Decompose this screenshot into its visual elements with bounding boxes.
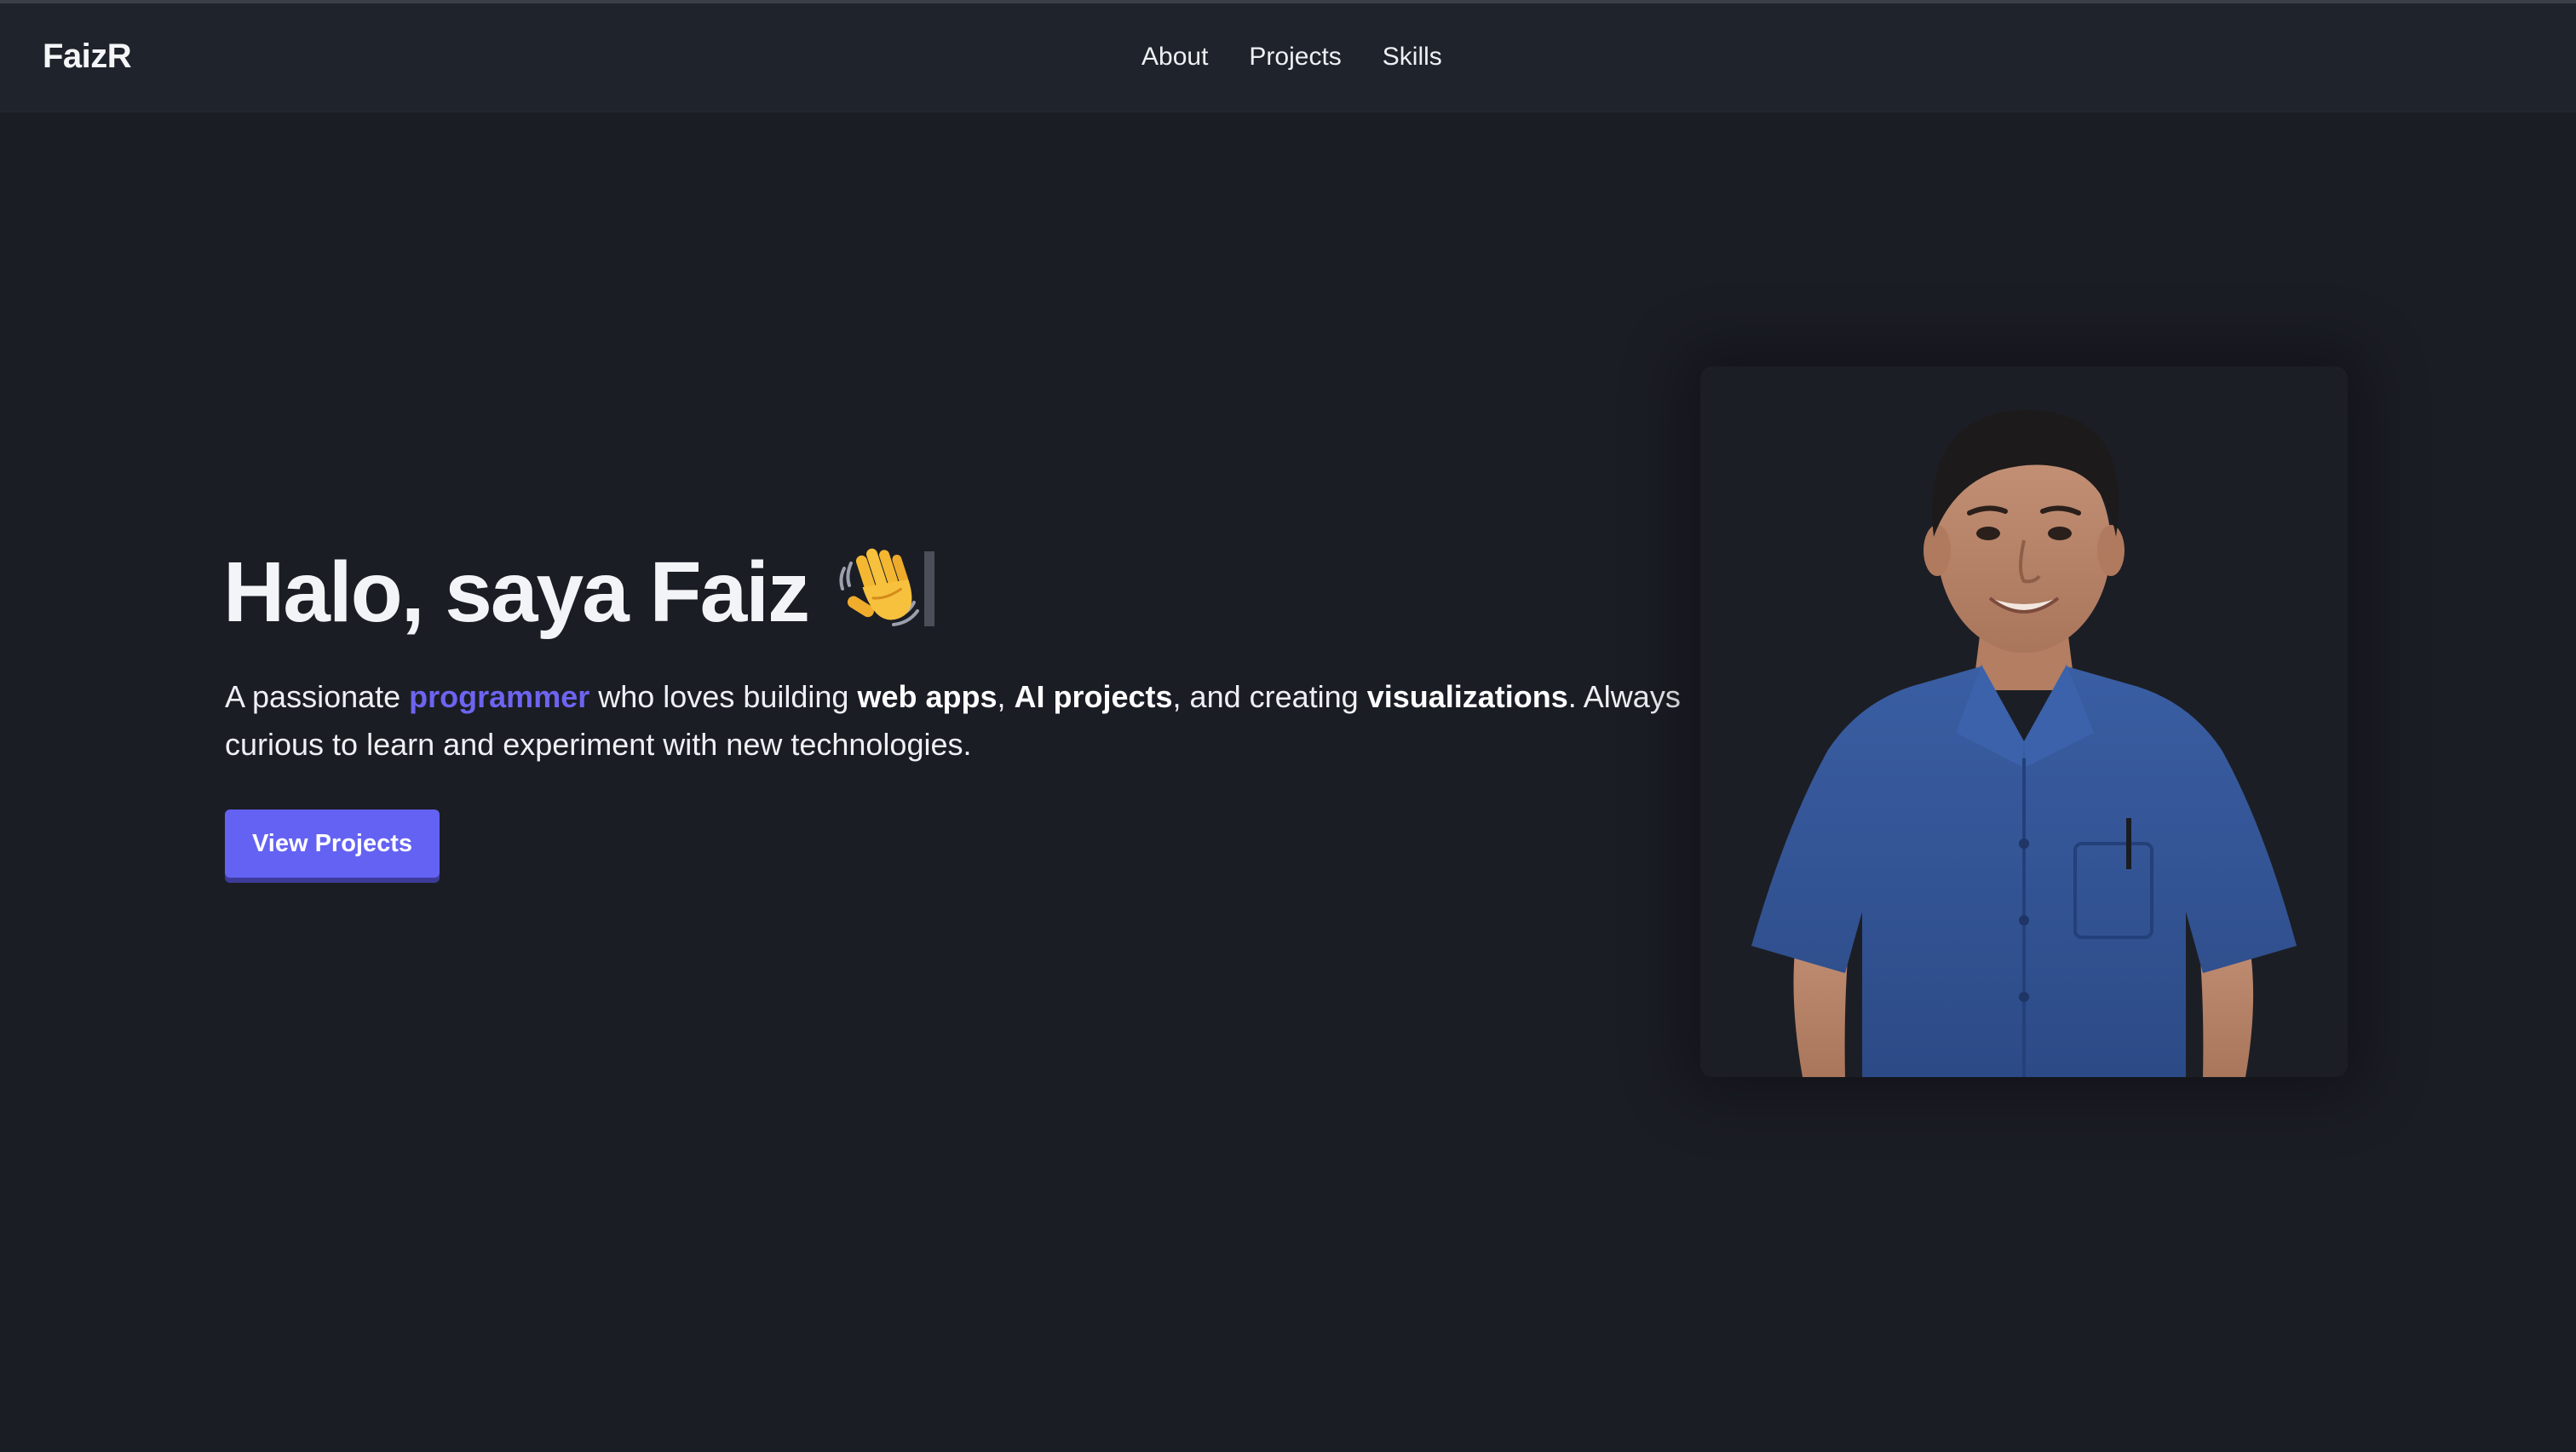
navbar: FaizR About Projects Skills [0, 3, 2576, 112]
nav-link-about[interactable]: About [1141, 43, 1208, 72]
nav-link-skills[interactable]: Skills [1383, 43, 1442, 72]
portfolio-page: FaizR About Projects Skills Halo, saya F… [0, 0, 2576, 1452]
desc-bold-web-apps: web apps [857, 679, 998, 714]
hero-title: Halo, saya Faiz [223, 537, 934, 648]
hero-description: A passionate programmer who loves buildi… [225, 673, 1690, 769]
desc-bold-ai-projects: AI projects [1014, 679, 1173, 714]
desc-highlight-programmer: programmer [409, 679, 590, 714]
waving-hand-icon [837, 544, 919, 630]
nav-link-projects[interactable]: Projects [1249, 43, 1341, 72]
typing-cursor [923, 551, 934, 626]
profile-photo [1700, 366, 2348, 1077]
desc-text-2: who loves building [589, 679, 858, 714]
desc-text-3: , [997, 679, 1015, 714]
desc-text-4: , and creating [1172, 679, 1367, 714]
hero-title-text: Halo, saya Faiz [223, 544, 810, 640]
brand-logo[interactable]: FaizR [43, 37, 132, 76]
desc-text-1: A passionate [225, 679, 410, 714]
nav-links: About Projects Skills [1141, 43, 1442, 72]
desc-bold-visualizations: visualizations [1366, 679, 1568, 714]
view-projects-button[interactable]: View Projects [225, 810, 440, 878]
profile-photo-illustration [1700, 366, 2348, 1077]
